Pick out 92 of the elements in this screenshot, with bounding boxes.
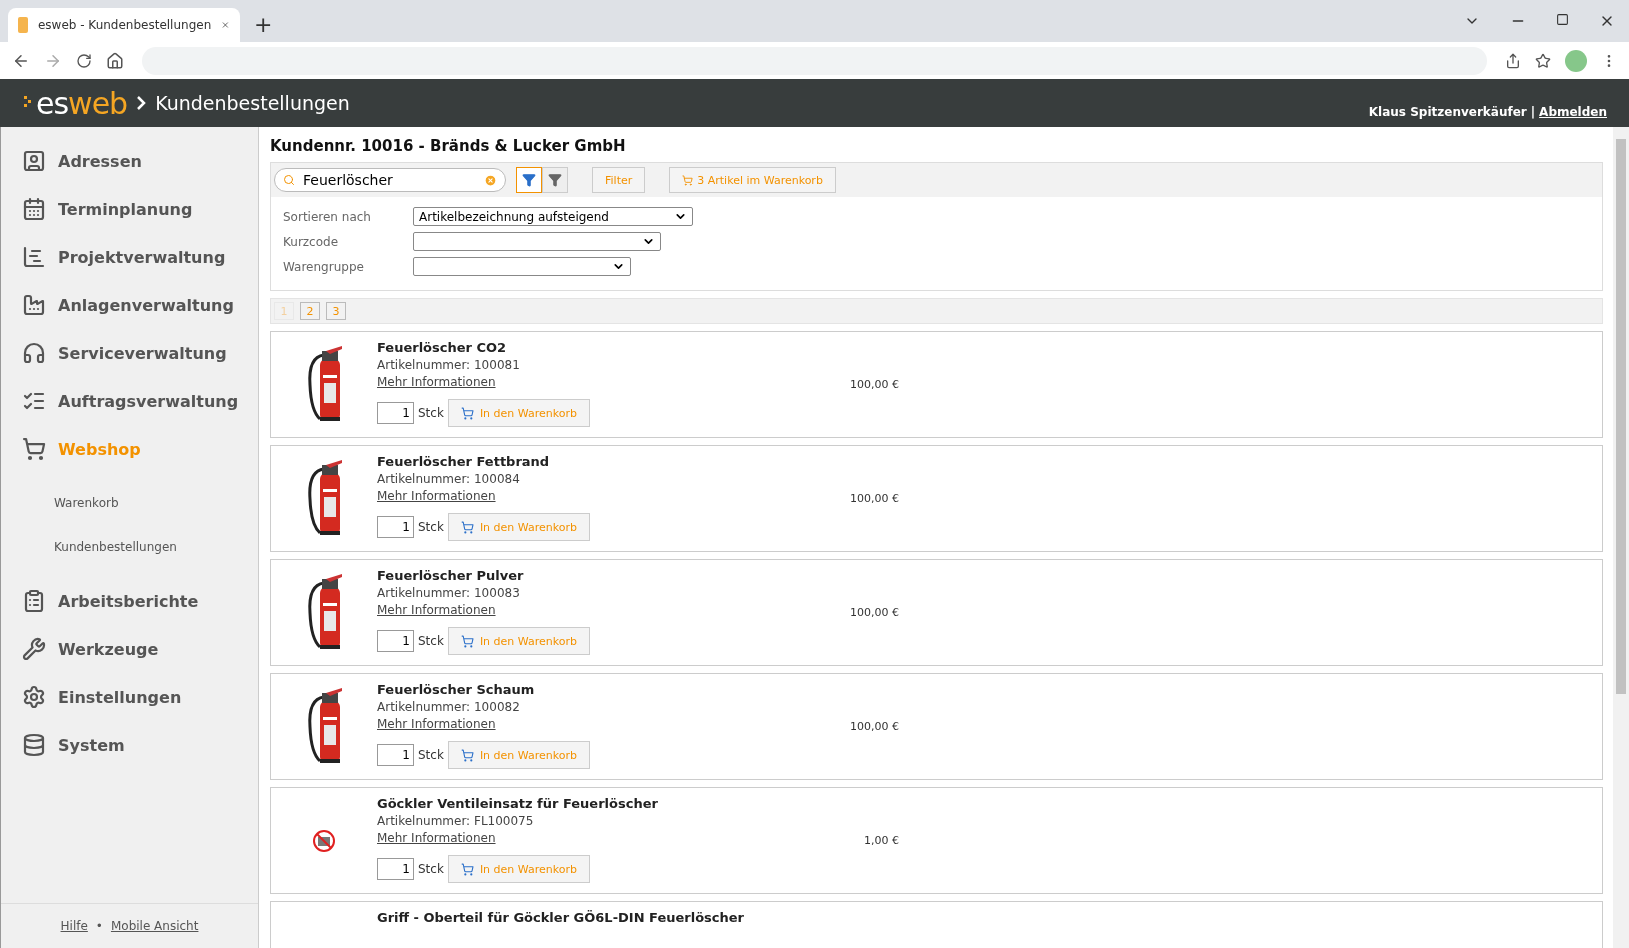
sidebar-item[interactable]: Auftragsverwaltung bbox=[1, 377, 258, 425]
more-info-link[interactable]: Mehr Informationen bbox=[377, 375, 496, 389]
reload-icon[interactable] bbox=[76, 52, 92, 69]
cart-icon bbox=[460, 520, 474, 534]
page-title: Kundenbestellungen bbox=[155, 92, 350, 114]
article-number: Artikelnummer: 100082 bbox=[377, 700, 521, 714]
nav-icon bbox=[22, 589, 46, 613]
maximize-icon[interactable] bbox=[1556, 13, 1569, 26]
cart-icon bbox=[460, 748, 474, 762]
user-name: Klaus Spitzenverkäufer bbox=[1368, 105, 1527, 119]
article-number: Artikelnummer: FL100075 bbox=[377, 814, 535, 828]
cart-icon bbox=[460, 406, 474, 420]
separator: | bbox=[1530, 105, 1536, 119]
unit-label: Stck bbox=[418, 748, 444, 762]
quantity-field[interactable]: 1 bbox=[377, 516, 414, 538]
product-name: Feuerlöscher Fettbrand bbox=[377, 454, 551, 469]
quantity-field[interactable]: 1 bbox=[377, 630, 414, 652]
price: 100,00 € bbox=[849, 606, 899, 619]
nav-icon bbox=[22, 437, 46, 461]
nav-icon bbox=[22, 733, 46, 757]
more-info-link[interactable]: Mehr Informationen bbox=[377, 717, 496, 731]
search-icon bbox=[283, 174, 295, 186]
more-info-link[interactable]: Mehr Informationen bbox=[377, 831, 496, 845]
no-image-icon bbox=[312, 828, 336, 853]
site-icon bbox=[18, 17, 28, 33]
product-name: Feuerlöscher CO2 bbox=[377, 340, 508, 355]
article-number: Artikelnummer: 100083 bbox=[377, 586, 521, 600]
chevron-icon bbox=[135, 95, 148, 111]
nav-icon bbox=[22, 637, 46, 661]
mobile-view-link[interactable]: Mobile Ansicht bbox=[110, 919, 199, 933]
sidebar-item[interactable]: Werkzeuge bbox=[1, 625, 258, 673]
home-icon[interactable] bbox=[106, 51, 124, 70]
cart-icon bbox=[460, 862, 474, 876]
logout-link[interactable]: Abmelden bbox=[1539, 105, 1607, 119]
sidebar-item[interactable]: Anlagenverwaltung bbox=[1, 281, 258, 329]
price: 1,00 € bbox=[863, 834, 899, 847]
funnel-icon bbox=[522, 173, 536, 187]
price: 100,00 € bbox=[849, 378, 899, 391]
cart-icon bbox=[682, 174, 694, 186]
unit-label: Stck bbox=[418, 862, 444, 876]
more-info-link[interactable]: Mehr Informationen bbox=[377, 489, 496, 503]
nav-icon bbox=[22, 293, 46, 317]
nav-icon bbox=[22, 685, 46, 709]
sidebar-subitem[interactable]: Kundenbestellungen bbox=[1, 525, 258, 569]
separator: • bbox=[95, 919, 103, 933]
sidebar-item[interactable]: Terminplanung bbox=[1, 185, 258, 233]
browser-tab[interactable]: esweb - Kundenbestellungen bbox=[8, 8, 240, 42]
sidebar-item[interactable]: Serviceverwaltung bbox=[1, 329, 258, 377]
filter-label: Sortieren nach bbox=[283, 209, 371, 224]
more-info-link[interactable]: Mehr Informationen bbox=[377, 603, 496, 617]
sidebar-item[interactable]: Einstellungen bbox=[1, 673, 258, 721]
sidebar-item[interactable]: Arbeitsberichte bbox=[1, 577, 258, 625]
logo: esweb bbox=[24, 85, 128, 121]
filter-label: Warengruppe bbox=[283, 259, 364, 274]
cart-icon bbox=[460, 634, 474, 648]
unit-label: Stck bbox=[418, 406, 444, 420]
nav-icon bbox=[22, 149, 46, 173]
unit-label: Stck bbox=[418, 634, 444, 648]
share-icon[interactable] bbox=[1505, 52, 1521, 69]
sidebar-item[interactable]: Projektverwaltung bbox=[1, 233, 258, 281]
scrollbar[interactable] bbox=[1613, 127, 1629, 948]
dropdown[interactable] bbox=[413, 257, 631, 276]
product-name: Griff - Oberteil für Göckler GÖ6L-DIN Feuerlöscher bbox=[377, 910, 746, 925]
quantity-field[interactable]: 1 bbox=[377, 858, 414, 880]
filter-label: Kurzcode bbox=[283, 234, 339, 249]
unit-label: Stck bbox=[418, 520, 444, 534]
view-toggle[interactable] bbox=[516, 167, 542, 193]
sidebar-item[interactable]: System bbox=[1, 721, 258, 769]
funnel-icon bbox=[548, 173, 562, 187]
product-name: Göckler Ventileinsatz für Feuerlöscher bbox=[377, 796, 659, 811]
dropdown[interactable]: Artikelbezeichnung aufsteigend bbox=[413, 207, 693, 226]
search-field[interactable]: Feuerlöscher bbox=[274, 168, 506, 192]
price: 100,00 € bbox=[849, 720, 899, 733]
dropdown[interactable] bbox=[413, 232, 661, 251]
help-link[interactable]: Hilfe bbox=[60, 919, 88, 933]
nav-icon bbox=[22, 341, 46, 365]
nav-icon bbox=[22, 245, 46, 269]
nav-icon bbox=[22, 197, 46, 221]
sidebar-subitem[interactable]: Warenkorb bbox=[1, 481, 258, 525]
product-name: Feuerlöscher Schaum bbox=[377, 682, 536, 697]
product-name: Feuerlöscher Pulver bbox=[377, 568, 525, 583]
sidebar-item[interactable]: Adressen bbox=[1, 137, 258, 185]
quantity-field[interactable]: 1 bbox=[377, 402, 414, 424]
tab-title: esweb - Kundenbestellungen bbox=[37, 18, 212, 32]
customer-title: Kundennr. 10016 - Bränds & Lucker GmbH bbox=[270, 137, 627, 155]
article-number: Artikelnummer: 100084 bbox=[377, 472, 521, 486]
new-tab-button[interactable]: + bbox=[254, 11, 273, 37]
view-toggle[interactable] bbox=[542, 167, 568, 193]
quantity-field[interactable]: 1 bbox=[377, 744, 414, 766]
price: 100,00 € bbox=[849, 492, 899, 505]
star-icon[interactable] bbox=[1535, 52, 1551, 69]
article-number: Artikelnummer: 100081 bbox=[377, 358, 521, 372]
